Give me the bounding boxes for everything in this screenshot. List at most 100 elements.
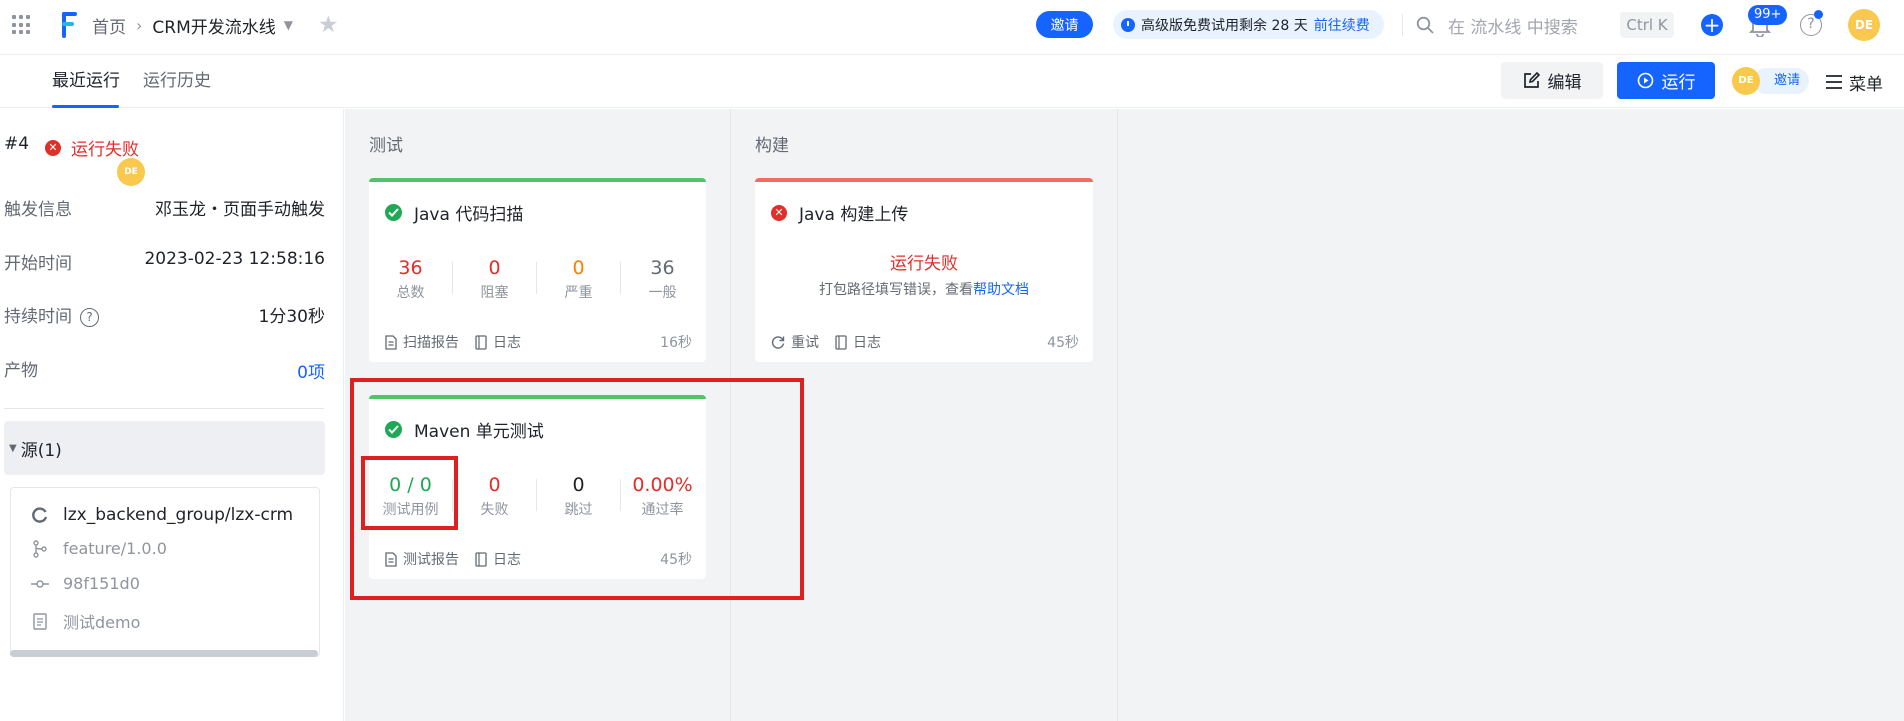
avatar[interactable]: DE xyxy=(1732,67,1760,95)
scan-report-link[interactable]: 扫描报告 xyxy=(385,332,459,352)
job-title: Maven 单元测试 xyxy=(414,422,544,442)
stat-normal: 36 一般 xyxy=(621,256,704,302)
caret-down-icon[interactable]: ▼ xyxy=(284,18,293,32)
edit-button[interactable]: 编辑 xyxy=(1501,62,1603,99)
help-dot-indicator xyxy=(1814,10,1823,19)
run-number: #4 xyxy=(4,134,30,154)
trigger-label: 触发信息 xyxy=(4,200,72,220)
job-card-java-scan[interactable]: Java 代码扫描 36 总数 0 阻塞 0 严重 36 一般 扫描报告 日志 16秒 xyxy=(369,178,706,362)
log-icon xyxy=(835,334,847,350)
job-duration: 45秒 xyxy=(1047,335,1079,351)
log-link[interactable]: 日志 xyxy=(475,549,521,569)
scan-report-label: 扫描报告 xyxy=(403,335,459,351)
log-label: 日志 xyxy=(493,552,521,568)
pipeline-canvas: 测试 Java 代码扫描 36 总数 0 阻塞 0 严重 36 一般 扫描报告 xyxy=(345,109,1904,721)
active-tab-indicator xyxy=(52,105,119,108)
search-icon xyxy=(1416,16,1434,34)
tab-run-history[interactable]: 运行历史 xyxy=(143,56,211,108)
stat-test-cases: 0 / 0 测试用例 xyxy=(369,473,452,519)
log-icon xyxy=(475,334,487,350)
horizontal-scrollbar[interactable] xyxy=(10,650,318,657)
success-icon xyxy=(385,421,402,438)
avatar[interactable]: DE xyxy=(1848,9,1880,41)
duration-label: 持续时间 xyxy=(4,307,72,327)
search-input[interactable]: 在 流水线 中搜索 xyxy=(1416,10,1578,40)
artifact-label: 产物 xyxy=(4,361,38,381)
renew-link[interactable]: 前往续费 xyxy=(1314,15,1370,35)
tab-recent-runs[interactable]: 最近运行 xyxy=(52,56,120,108)
success-icon xyxy=(385,204,402,221)
job-footer: 测试报告 日志 45秒 xyxy=(385,550,692,568)
repo-name[interactable]: lzx_backend_group/lzx-crm xyxy=(63,505,293,525)
question-icon[interactable]: ? xyxy=(80,307,99,327)
run-button-label: 运行 xyxy=(1661,73,1696,93)
play-circle-icon xyxy=(1637,72,1653,89)
test-report-link[interactable]: 测试报告 xyxy=(385,549,459,569)
duration-value: 1分30秒 xyxy=(258,307,325,327)
job-footer: 重试 日志 45秒 xyxy=(771,333,1079,351)
commit-row: 98f151d0 xyxy=(31,574,140,593)
hamburger-icon xyxy=(1826,75,1842,89)
menu-label: 菜单 xyxy=(1849,74,1883,95)
commit-hash[interactable]: 98f151d0 xyxy=(63,574,140,593)
log-link[interactable]: 日志 xyxy=(835,332,881,352)
stat-pass-rate: 0.00% 通过率 xyxy=(621,473,704,519)
message-row: 测试demo xyxy=(31,609,140,633)
job-duration: 45秒 xyxy=(660,552,692,568)
job-title-row: Java 代码扫描 xyxy=(385,200,523,225)
job-card-maven-test[interactable]: Maven 单元测试 0 / 0 测试用例 0 失败 0 跳过 0.00% 通过率 测试… xyxy=(369,395,706,579)
job-title: Java 代码扫描 xyxy=(414,205,524,225)
job-card-java-build[interactable]: ✕ Java 构建上传 运行失败 打包路径填写错误，查看帮助文档 重试 日志 4… xyxy=(755,178,1093,362)
stat-label: 通过率 xyxy=(641,502,684,518)
job-title-row: ✕ Java 构建上传 xyxy=(771,200,908,225)
stat-value: 0 xyxy=(572,474,585,496)
commit-message: 测试demo xyxy=(63,613,141,632)
job-footer: 扫描报告 日志 16秒 xyxy=(385,333,692,351)
stat-value: 36 xyxy=(398,257,423,279)
commit-icon xyxy=(31,579,49,589)
log-icon xyxy=(475,551,487,567)
run-status-text: 运行失败 xyxy=(71,140,139,160)
stat-critical: 0 严重 xyxy=(537,256,620,302)
notification-badge: 99+ xyxy=(1748,5,1788,25)
stat-label: 严重 xyxy=(564,285,593,301)
divider xyxy=(4,408,324,409)
trigger-value: 邓玉龙・页面手动触发 xyxy=(155,200,325,220)
run-button[interactable]: 运行 xyxy=(1617,62,1715,99)
artifact-link[interactable]: 0项 xyxy=(297,358,325,383)
stage-column-build: 构建 ✕ Java 构建上传 运行失败 打包路径填写错误，查看帮助文档 重试 日… xyxy=(731,109,1118,721)
breadcrumb-home[interactable]: 首页 xyxy=(92,13,126,38)
invite-button[interactable]: 邀请 xyxy=(1036,11,1093,38)
job-duration: 16秒 xyxy=(660,335,692,351)
menu-button[interactable]: 菜单 xyxy=(1825,56,1883,108)
test-report-label: 测试报告 xyxy=(403,552,459,568)
create-button[interactable]: + xyxy=(1701,14,1723,36)
app-logo-icon[interactable] xyxy=(57,10,79,40)
branch-name: feature/1.0.0 xyxy=(63,539,167,558)
stat-failed: 0 失败 xyxy=(453,473,536,519)
app-grid-icon[interactable] xyxy=(12,15,32,35)
invite-member-button[interactable]: 邀请 xyxy=(1753,68,1809,94)
log-link[interactable]: 日志 xyxy=(475,332,521,352)
divider xyxy=(1402,14,1403,36)
edit-button-label: 编辑 xyxy=(1547,73,1582,93)
retry-button[interactable]: 重试 xyxy=(771,332,819,352)
source-section-header[interactable]: ▼ 源(1) xyxy=(4,421,325,475)
shortcut-hint: Ctrl K xyxy=(1620,12,1674,38)
avatar: DE xyxy=(117,158,145,186)
help-doc-link[interactable]: 帮助文档 xyxy=(973,282,1029,298)
breadcrumb: 首页 › CRM开发流水线 ▼ xyxy=(92,0,293,50)
repo-row: lzx_backend_group/lzx-crm xyxy=(31,505,293,525)
stat-value: 0.00% xyxy=(632,474,693,496)
job-title: Java 构建上传 xyxy=(799,205,909,225)
stat-value: 36 xyxy=(650,257,675,279)
star-icon[interactable]: ★ xyxy=(318,12,339,38)
stat-label: 跳过 xyxy=(564,502,593,518)
breadcrumb-current[interactable]: CRM开发流水线 xyxy=(152,13,275,38)
stat-label: 一般 xyxy=(648,285,677,301)
error-text: 打包路径填写错误，查看 xyxy=(819,282,973,298)
job-status-text: 运行失败 xyxy=(890,254,958,274)
repo-refresh-icon xyxy=(31,506,49,524)
source-section-title: 源(1) xyxy=(20,440,62,461)
start-time-value: 2023-02-23 12:58:16 xyxy=(144,249,325,269)
